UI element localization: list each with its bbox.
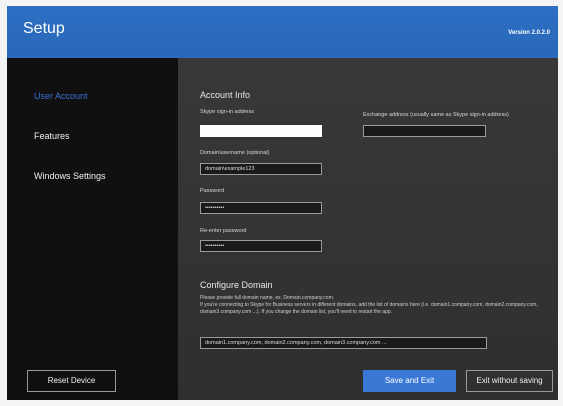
header-bar: Setup Version 2.0.2.0 [7, 6, 558, 58]
exchange-address-label: Exchange address (usually same as Skype … [363, 112, 509, 118]
reenter-password-input[interactable]: •••••••••• [200, 240, 322, 252]
domain-username-label: Domain\username (optional) [200, 150, 270, 156]
page-title: Setup [23, 20, 65, 37]
exit-without-saving-button[interactable]: Exit without saving [466, 370, 553, 392]
sidebar-item-features[interactable]: Features [34, 131, 70, 141]
password-input[interactable]: •••••••••• [200, 202, 322, 214]
configure-domain-hint: Please provide full domain name, ex. Dom… [200, 295, 335, 301]
domains-input[interactable]: domain1.company.com, domain2.company.com… [200, 337, 487, 349]
domain-username-input[interactable]: domain\example123 [200, 163, 322, 175]
signin-address-label: Skype sign-in address [200, 109, 255, 115]
exchange-address-input[interactable] [363, 125, 486, 137]
configure-domain-description: If you're connecting to Skype for Busine… [200, 302, 538, 315]
main-content: Account Info Skype sign-in address Excha… [178, 58, 558, 400]
configure-domain-title: Configure Domain [200, 280, 273, 290]
signin-address-input[interactable] [200, 125, 322, 137]
sidebar-item-windows-settings[interactable]: Windows Settings [34, 171, 106, 181]
sidebar-item-user-account[interactable]: User Account [34, 91, 88, 101]
version-label: Version 2.0.2.0 [508, 30, 550, 36]
reset-device-button[interactable]: Reset Device [27, 370, 116, 392]
setup-screen: Setup Version 2.0.2.0 User Account Featu… [7, 6, 558, 400]
password-label: Password [200, 188, 225, 194]
account-info-title: Account Info [200, 90, 251, 100]
sidebar: User Account Features Windows Settings R… [7, 58, 178, 400]
reenter-password-label: Re-enter password [200, 228, 247, 234]
save-and-exit-button[interactable]: Save and Exit [363, 370, 456, 392]
